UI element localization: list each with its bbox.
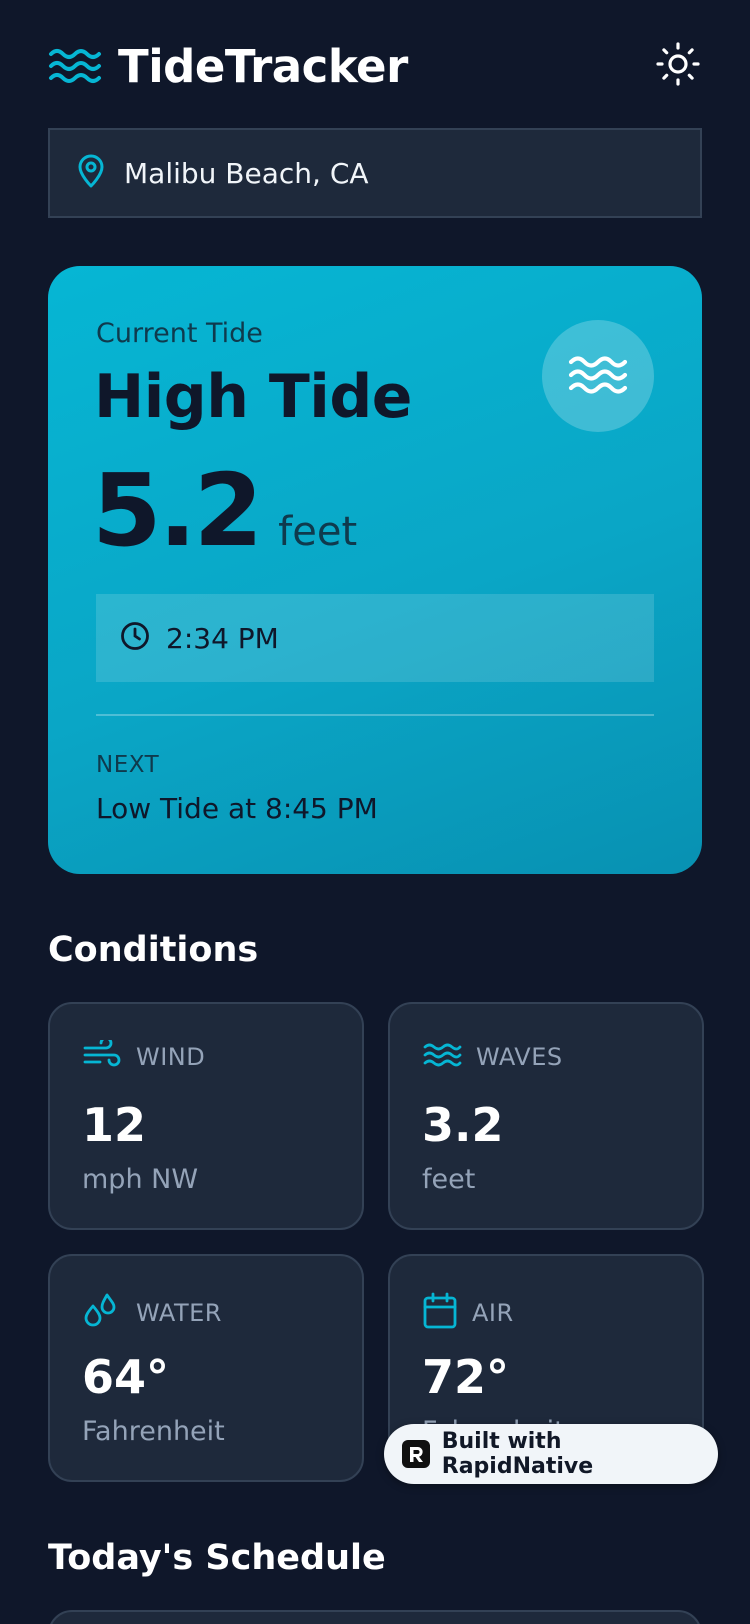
schedule-title: Today's Schedule <box>48 1538 386 1578</box>
schedule-card <box>48 1610 702 1624</box>
tide-height-unit: feet <box>278 509 358 555</box>
rapidnative-logo-icon <box>402 1440 430 1468</box>
condition-label: AIR <box>472 1299 514 1327</box>
tide-height: 5.2 feet <box>92 452 357 569</box>
map-pin-icon <box>76 154 106 192</box>
condition-card-waves: WAVES 3.2 feet <box>388 1002 704 1230</box>
theme-toggle-button[interactable] <box>654 42 702 90</box>
condition-label: WATER <box>136 1299 222 1327</box>
card-header: AIR <box>422 1292 514 1334</box>
card-header: WIND <box>82 1036 206 1074</box>
condition-unit: Fahrenheit <box>82 1416 225 1447</box>
waves-icon <box>567 350 629 402</box>
calendar-icon <box>422 1292 458 1334</box>
tide-height-value: 5.2 <box>92 452 263 569</box>
conditions-title: Conditions <box>48 930 259 970</box>
sun-icon <box>655 41 701 91</box>
built-with-text: Built with RapidNative <box>441 1429 594 1479</box>
waves-icon <box>48 44 102 88</box>
condition-value: 64° <box>82 1350 170 1404</box>
waves-icon <box>422 1040 462 1074</box>
condition-unit: mph NW <box>82 1164 199 1195</box>
location-text: Malibu Beach, CA <box>124 156 369 190</box>
tide-time-box: 2:34 PM <box>96 594 654 682</box>
header: TideTracker <box>48 36 702 96</box>
condition-value: 12 <box>82 1098 147 1152</box>
condition-label: WAVES <box>476 1043 563 1071</box>
tide-badge <box>542 320 654 432</box>
current-tide-label: Current Tide <box>96 318 263 349</box>
condition-value: 72° <box>422 1350 510 1404</box>
built-with-badge[interactable]: Built with RapidNative <box>384 1424 718 1484</box>
location-selector[interactable]: Malibu Beach, CA <box>48 128 702 218</box>
condition-unit: feet <box>422 1164 476 1195</box>
next-tide-text: Low Tide at 8:45 PM <box>96 792 378 825</box>
condition-label: WIND <box>136 1043 206 1071</box>
condition-value: 3.2 <box>422 1098 504 1152</box>
current-tide-card: Current Tide High Tide 5.2 feet 2:34 PM … <box>48 266 702 874</box>
card-header: WAVES <box>422 1040 563 1074</box>
condition-card-water: WATER 64° Fahrenheit <box>48 1254 364 1482</box>
condition-card-wind: WIND 12 mph NW <box>48 1002 364 1230</box>
divider <box>96 714 654 716</box>
app-screen: TideTracker Malibu Beach, CA Current Tid… <box>0 0 750 1624</box>
droplets-icon <box>82 1292 122 1334</box>
tide-status: High Tide <box>94 362 412 432</box>
card-header: WATER <box>82 1292 222 1334</box>
clock-icon <box>120 621 150 655</box>
tide-time: 2:34 PM <box>166 621 279 655</box>
next-tide-label: NEXT <box>96 752 160 778</box>
wind-icon <box>82 1036 122 1074</box>
app-title: TideTracker <box>118 39 408 93</box>
